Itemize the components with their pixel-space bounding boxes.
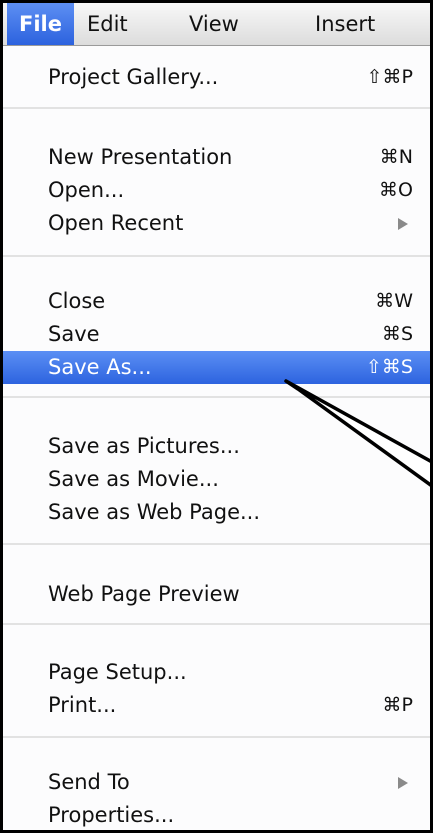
callout-pointer-icon	[284, 379, 430, 487]
screenshot-frame: File Edit View Insert Project Gallery...…	[0, 0, 433, 833]
